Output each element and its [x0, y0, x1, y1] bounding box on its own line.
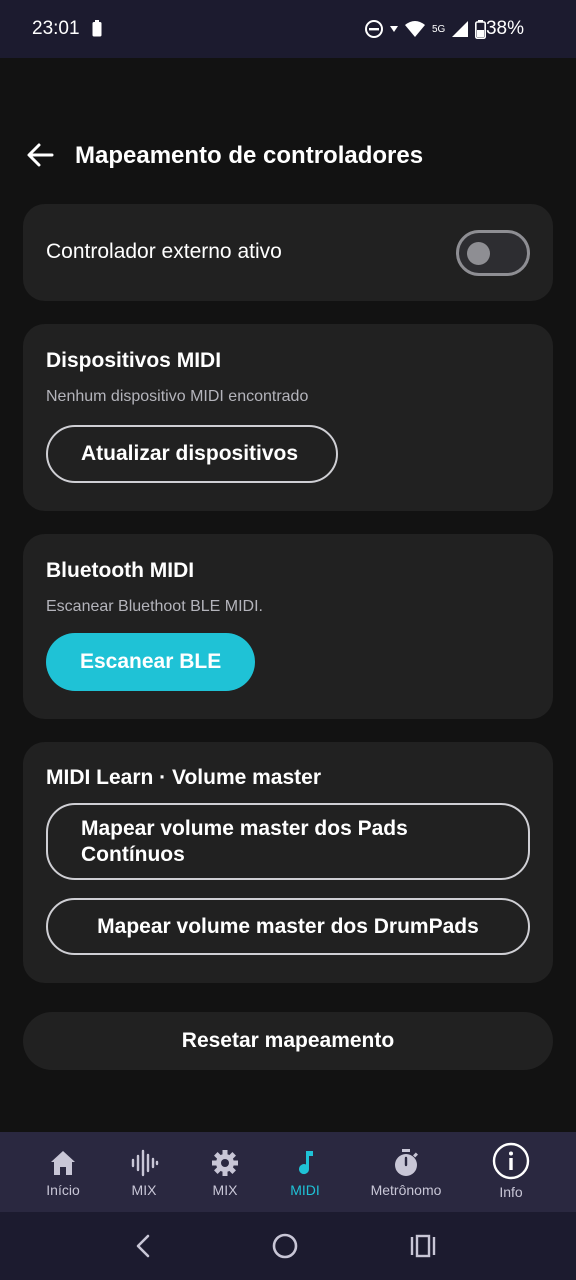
- battery-icon: [475, 19, 487, 39]
- nav-item-info[interactable]: Info: [471, 1132, 551, 1212]
- bottom-nav: Início MIX MIX MIDI Metrônomo Info: [0, 1132, 576, 1212]
- nav-item-mix-settings[interactable]: MIX: [185, 1132, 265, 1212]
- network-type: 5G: [432, 23, 446, 35]
- refresh-devices-button[interactable]: Atualizar dispositivos: [46, 425, 338, 483]
- midi-devices-title: Dispositivos MIDI: [46, 349, 222, 372]
- bluetooth-midi-title: Bluetooth MIDI: [46, 559, 195, 582]
- midi-learn-title: MIDI Learn · Volume master: [46, 766, 322, 789]
- status-bar: 23:01 5G 38%: [0, 0, 576, 58]
- nav-item-mix-wave[interactable]: MIX: [104, 1132, 184, 1212]
- bluetooth-midi-subtitle: Escanear Bluethoot BLE MIDI.: [46, 598, 263, 615]
- battery-saver-icon: [92, 20, 102, 37]
- external-controller-card: Controlador externo ativo: [23, 204, 553, 301]
- status-icons: 5G: [364, 18, 487, 40]
- page-title: Mapeamento de controladores: [75, 142, 424, 169]
- system-nav-bar: [0, 1212, 576, 1280]
- map-pads-volume-button[interactable]: Mapear volume master dos Pads Contínuos: [46, 803, 530, 880]
- midi-devices-card: Dispositivos MIDI Nenhum dispositivo MID…: [23, 324, 553, 511]
- stopwatch-icon: [395, 1149, 418, 1176]
- map-pads-line2: Contínuos: [81, 842, 185, 866]
- home-icon: [51, 1151, 75, 1175]
- nav-label-mix-2: MIX: [212, 1182, 238, 1198]
- info-icon: [492, 1142, 530, 1180]
- bluetooth-midi-card: Bluetooth MIDI Escanear Bluethoot BLE MI…: [23, 534, 553, 719]
- external-controller-label: Controlador externo ativo: [46, 240, 282, 263]
- switch-knob: [467, 242, 490, 265]
- map-drumpads-volume-button[interactable]: Mapear volume master dos DrumPads: [46, 898, 530, 955]
- nav-item-metronomo[interactable]: Metrônomo: [356, 1132, 456, 1212]
- nav-label-inicio: Início: [46, 1182, 80, 1198]
- nav-item-midi[interactable]: MIDI: [265, 1132, 345, 1212]
- battery-percent: 38%: [485, 18, 524, 39]
- system-recents-icon[interactable]: [407, 1230, 439, 1262]
- status-time: 23:01: [32, 18, 80, 39]
- system-home-icon[interactable]: [269, 1230, 301, 1262]
- nav-label-midi: MIDI: [290, 1182, 320, 1198]
- midi-devices-status: Nenhum dispositivo MIDI encontrado: [46, 388, 309, 405]
- nav-label-mix: MIX: [131, 1182, 157, 1198]
- reset-mapping-button[interactable]: Resetar mapeamento: [23, 1012, 553, 1070]
- nav-label-info: Info: [499, 1184, 523, 1200]
- system-back-icon[interactable]: [128, 1230, 160, 1262]
- waveform-icon: [131, 1149, 159, 1177]
- midi-learn-card: MIDI Learn · Volume master Mapear volume…: [23, 742, 553, 983]
- gear-icon: [212, 1150, 238, 1176]
- do-not-disturb-icon: [365, 20, 383, 38]
- wifi-icon: [405, 21, 425, 37]
- nav-item-inicio[interactable]: Início: [23, 1132, 103, 1212]
- external-controller-switch[interactable]: [456, 230, 530, 276]
- map-pads-line1: Mapear volume master dos Pads: [81, 816, 408, 840]
- data-arrow-icon: [390, 26, 398, 32]
- nav-label-metronomo: Metrônomo: [370, 1182, 442, 1198]
- music-note-icon: [299, 1151, 313, 1175]
- back-arrow-icon[interactable]: [24, 138, 58, 172]
- signal-icon: [452, 21, 469, 37]
- app-header: Mapeamento de controladores: [0, 120, 576, 192]
- scan-ble-button[interactable]: Escanear BLE: [46, 633, 255, 691]
